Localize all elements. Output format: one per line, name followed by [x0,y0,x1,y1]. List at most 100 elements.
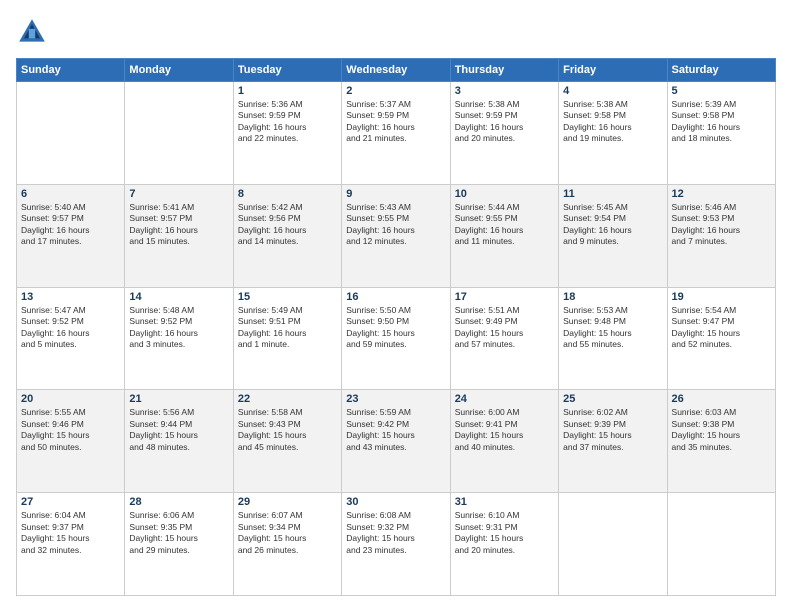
day-info: Sunrise: 6:08 AM Sunset: 9:32 PM Dayligh… [346,510,445,556]
calendar-cell: 13 Sunrise: 5:47 AM Sunset: 9:52 PM Dayli… [17,287,125,390]
logo-icon [16,16,48,48]
calendar-cell: 17 Sunrise: 5:51 AM Sunset: 9:49 PM Dayli… [450,287,558,390]
day-info: Sunrise: 5:40 AM Sunset: 9:57 PM Dayligh… [21,202,120,248]
calendar-cell: 16 Sunrise: 5:50 AM Sunset: 9:50 PM Dayli… [342,287,450,390]
day-number: 5 [672,85,771,97]
calendar-cell: 12 Sunrise: 5:46 AM Sunset: 9:53 PM Dayli… [667,184,775,287]
day-number: 26 [672,393,771,405]
weekday-header-friday: Friday [559,59,667,82]
calendar-week-5: 27Sunrise: 6:04 AM Sunset: 9:37 PM Dayli… [17,493,776,596]
day-info: Sunrise: 5:54 AM Sunset: 9:47 PM Dayligh… [672,305,771,351]
day-info: Sunrise: 5:41 AM Sunset: 9:57 PM Dayligh… [129,202,228,248]
day-info: Sunrise: 5:44 AM Sunset: 9:55 PM Dayligh… [455,202,554,248]
day-info: Sunrise: 5:38 AM Sunset: 9:58 PM Dayligh… [563,99,662,145]
calendar-week-2: 6 Sunrise: 5:40 AM Sunset: 9:57 PM Daylig… [17,184,776,287]
calendar-cell: 8 Sunrise: 5:42 AM Sunset: 9:56 PM Daylig… [233,184,341,287]
calendar-cell: 25Sunrise: 6:02 AM Sunset: 9:39 PM Dayli… [559,390,667,493]
day-number: 14 [129,291,228,303]
calendar-cell: 21 Sunrise: 5:56 AM Sunset: 9:44 PM Dayli… [125,390,233,493]
day-number: 21 [129,393,228,405]
calendar-cell: 30Sunrise: 6:08 AM Sunset: 9:32 PM Dayli… [342,493,450,596]
day-number: 22 [238,393,337,405]
day-number: 10 [455,188,554,200]
calendar-cell: 9 Sunrise: 5:43 AM Sunset: 9:55 PM Daylig… [342,184,450,287]
calendar-cell: 3 Sunrise: 5:38 AM Sunset: 9:59 PM Daylig… [450,82,558,185]
day-number: 4 [563,85,662,97]
day-number: 28 [129,496,228,508]
calendar-cell: 22 Sunrise: 5:58 AM Sunset: 9:43 PM Dayli… [233,390,341,493]
calendar-cell: 28 Sunrise: 6:06 AM Sunset: 9:35 PM Dayli… [125,493,233,596]
weekday-header-row: SundayMondayTuesdayWednesdayThursdayFrid… [17,59,776,82]
calendar-cell: 1Sunrise: 5:36 AM Sunset: 9:59 PM Daylig… [233,82,341,185]
day-info: Sunrise: 5:56 AM Sunset: 9:44 PM Dayligh… [129,407,228,453]
day-info: Sunrise: 5:55 AM Sunset: 9:46 PM Dayligh… [21,407,120,453]
day-info: Sunrise: 6:00 AM Sunset: 9:41 PM Dayligh… [455,407,554,453]
day-number: 6 [21,188,120,200]
day-info: Sunrise: 6:04 AM Sunset: 9:37 PM Dayligh… [21,510,120,556]
calendar-cell [17,82,125,185]
day-number: 9 [346,188,445,200]
day-number: 15 [238,291,337,303]
calendar-cell: 6 Sunrise: 5:40 AM Sunset: 9:57 PM Daylig… [17,184,125,287]
weekday-header-tuesday: Tuesday [233,59,341,82]
day-info: Sunrise: 5:38 AM Sunset: 9:59 PM Dayligh… [455,99,554,145]
day-info: Sunrise: 5:42 AM Sunset: 9:56 PM Dayligh… [238,202,337,248]
calendar-cell [559,493,667,596]
calendar-week-4: 20Sunrise: 5:55 AM Sunset: 9:46 PM Dayli… [17,390,776,493]
day-info: Sunrise: 5:46 AM Sunset: 9:53 PM Dayligh… [672,202,771,248]
day-number: 24 [455,393,554,405]
logo [16,16,52,48]
day-info: Sunrise: 5:50 AM Sunset: 9:50 PM Dayligh… [346,305,445,351]
day-number: 29 [238,496,337,508]
calendar-week-1: 1Sunrise: 5:36 AM Sunset: 9:59 PM Daylig… [17,82,776,185]
day-info: Sunrise: 5:36 AM Sunset: 9:59 PM Dayligh… [238,99,337,145]
day-info: Sunrise: 5:47 AM Sunset: 9:52 PM Dayligh… [21,305,120,351]
weekday-header-thursday: Thursday [450,59,558,82]
weekday-header-monday: Monday [125,59,233,82]
calendar-cell: 27Sunrise: 6:04 AM Sunset: 9:37 PM Dayli… [17,493,125,596]
calendar-cell: 23 Sunrise: 5:59 AM Sunset: 9:42 PM Dayli… [342,390,450,493]
weekday-header-saturday: Saturday [667,59,775,82]
day-info: Sunrise: 5:48 AM Sunset: 9:52 PM Dayligh… [129,305,228,351]
day-number: 31 [455,496,554,508]
weekday-header-wednesday: Wednesday [342,59,450,82]
day-info: Sunrise: 5:58 AM Sunset: 9:43 PM Dayligh… [238,407,337,453]
day-number: 7 [129,188,228,200]
day-info: Sunrise: 6:06 AM Sunset: 9:35 PM Dayligh… [129,510,228,556]
day-info: Sunrise: 5:59 AM Sunset: 9:42 PM Dayligh… [346,407,445,453]
calendar-cell: 18 Sunrise: 5:53 AM Sunset: 9:48 PM Dayli… [559,287,667,390]
calendar-cell: 24 Sunrise: 6:00 AM Sunset: 9:41 PM Dayli… [450,390,558,493]
day-number: 13 [21,291,120,303]
day-info: Sunrise: 5:39 AM Sunset: 9:58 PM Dayligh… [672,99,771,145]
day-number: 23 [346,393,445,405]
day-info: Sunrise: 5:43 AM Sunset: 9:55 PM Dayligh… [346,202,445,248]
calendar-cell: 4 Sunrise: 5:38 AM Sunset: 9:58 PM Daylig… [559,82,667,185]
calendar-cell: 26 Sunrise: 6:03 AM Sunset: 9:38 PM Dayli… [667,390,775,493]
day-info: Sunrise: 5:37 AM Sunset: 9:59 PM Dayligh… [346,99,445,145]
calendar-cell: 10 Sunrise: 5:44 AM Sunset: 9:55 PM Dayli… [450,184,558,287]
day-info: Sunrise: 6:03 AM Sunset: 9:38 PM Dayligh… [672,407,771,453]
calendar-cell: 7 Sunrise: 5:41 AM Sunset: 9:57 PM Daylig… [125,184,233,287]
calendar-cell: 20Sunrise: 5:55 AM Sunset: 9:46 PM Dayli… [17,390,125,493]
calendar-cell: 5 Sunrise: 5:39 AM Sunset: 9:58 PM Daylig… [667,82,775,185]
day-number: 17 [455,291,554,303]
day-info: Sunrise: 5:51 AM Sunset: 9:49 PM Dayligh… [455,305,554,351]
day-number: 19 [672,291,771,303]
calendar-cell: 14 Sunrise: 5:48 AM Sunset: 9:52 PM Dayli… [125,287,233,390]
calendar-table: SundayMondayTuesdayWednesdayThursdayFrid… [16,58,776,596]
day-number: 2 [346,85,445,97]
day-number: 12 [672,188,771,200]
day-info: Sunrise: 5:53 AM Sunset: 9:48 PM Dayligh… [563,305,662,351]
calendar-cell: 19 Sunrise: 5:54 AM Sunset: 9:47 PM Dayli… [667,287,775,390]
day-number: 25 [563,393,662,405]
day-number: 3 [455,85,554,97]
weekday-header-sunday: Sunday [17,59,125,82]
calendar-week-3: 13 Sunrise: 5:47 AM Sunset: 9:52 PM Dayli… [17,287,776,390]
day-number: 8 [238,188,337,200]
day-number: 18 [563,291,662,303]
calendar-cell: 29Sunrise: 6:07 AM Sunset: 9:34 PM Dayli… [233,493,341,596]
calendar-cell: 2 Sunrise: 5:37 AM Sunset: 9:59 PM Daylig… [342,82,450,185]
calendar-cell: 15Sunrise: 5:49 AM Sunset: 9:51 PM Dayli… [233,287,341,390]
calendar-cell [125,82,233,185]
day-number: 16 [346,291,445,303]
